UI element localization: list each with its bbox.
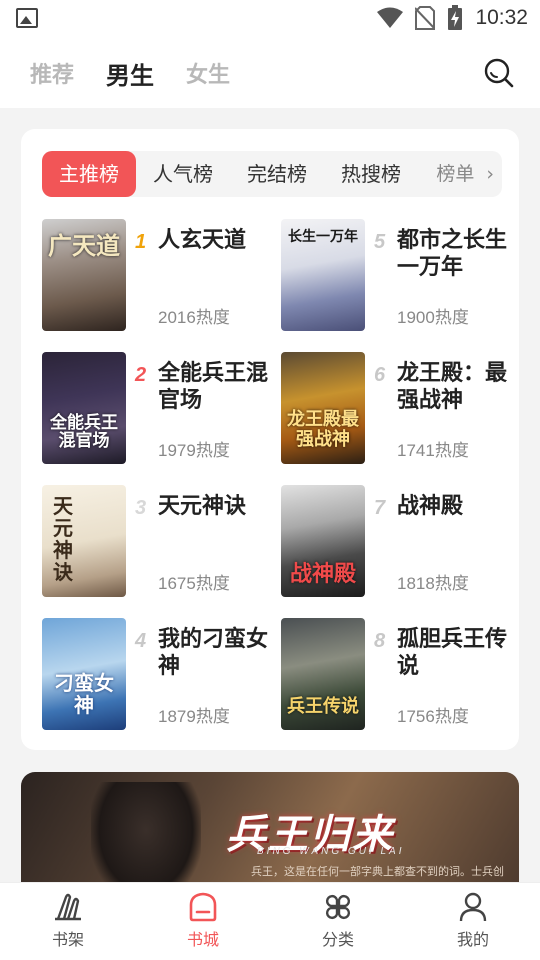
- book-title: 我的刁蛮女神: [158, 627, 269, 679]
- tab-popular-ranking[interactable]: 人气榜: [136, 151, 230, 197]
- top-header: 推荐 男生 女生: [0, 36, 540, 108]
- banner-soldier-image: [91, 782, 201, 892]
- book-item[interactable]: 长生一万年 5 都市之长生一万年 1900热度: [281, 219, 511, 331]
- book-title: 战神殿: [397, 494, 464, 519]
- book-cover: 刁蛮女神: [42, 618, 126, 730]
- nav-label: 我的: [456, 930, 489, 949]
- book-title: 人玄天道: [158, 228, 247, 253]
- book-heat: 1979热度: [158, 441, 230, 460]
- book-cover: 兵王传说: [281, 618, 365, 730]
- battery-charging-icon: [448, 5, 463, 30]
- rank-number: 3: [135, 497, 147, 519]
- rank-number: 5: [374, 231, 386, 253]
- bookshelf-icon: [55, 893, 81, 921]
- tab-male[interactable]: 男生: [106, 56, 154, 91]
- more-rankings-button[interactable]: 榜单 ›: [436, 151, 494, 197]
- book-title: 龙王殿：最强战神: [397, 361, 508, 413]
- book-title: 孤胆兵王传说: [397, 627, 508, 679]
- book-heat: 1818热度: [397, 574, 469, 593]
- rank-number: 8: [374, 630, 386, 652]
- book-cover: 战神殿: [281, 485, 365, 597]
- book-item[interactable]: 广天道 1 人玄天道 2016热度: [42, 219, 272, 331]
- book-item[interactable]: 全能兵王混官场 2 全能兵王混官场 1979热度: [42, 352, 272, 464]
- rank-number: 7: [374, 497, 386, 519]
- person-icon: [459, 892, 487, 922]
- book-heat: 1675热度: [158, 574, 230, 593]
- book-item[interactable]: 天元神诀 3 天元神诀 1675热度: [42, 485, 272, 597]
- promo-banner[interactable]: 兵王归来 BING WANG GUI LAI 兵王，这是在任何一部字典上都查不到…: [21, 772, 519, 892]
- book-cover: 龙王殿最强战神: [281, 352, 365, 464]
- nav-label: 书架: [51, 930, 84, 949]
- tab-finished-ranking[interactable]: 完结榜: [230, 151, 324, 197]
- nav-label: 分类: [321, 930, 354, 949]
- gallery-notification-icon: [16, 8, 38, 28]
- book-heat: 2016热度: [158, 308, 230, 327]
- book-title: 天元神诀: [158, 494, 247, 519]
- book-heat: 1900热度: [397, 308, 469, 327]
- nav-category[interactable]: 分类: [303, 891, 373, 957]
- book-item[interactable]: 刁蛮女神 4 我的刁蛮女神 1879热度: [42, 618, 272, 730]
- banner-subtitle: BING WANG GUI LAI: [257, 846, 405, 857]
- search-icon[interactable]: [484, 58, 514, 88]
- tab-recommend[interactable]: 推荐: [30, 57, 74, 89]
- status-bar: 10:32: [0, 0, 540, 36]
- book-title: 全能兵王混官场: [158, 361, 269, 413]
- book-item[interactable]: 龙王殿最强战神 6 龙王殿：最强战神 1741热度: [281, 352, 511, 464]
- book-item[interactable]: 战神殿 7 战神殿 1818热度: [281, 485, 511, 597]
- book-cover: 天元神诀: [42, 485, 126, 597]
- category-icon: [325, 894, 351, 920]
- no-sim-icon: [415, 6, 436, 30]
- nav-bookshelf[interactable]: 书架: [33, 891, 103, 957]
- rank-number: 2: [135, 364, 147, 386]
- rank-number: 4: [135, 630, 147, 652]
- rank-number: 1: [135, 231, 147, 253]
- nav-label: 书城: [186, 930, 219, 949]
- book-cover: 长生一万年: [281, 219, 365, 331]
- book-heat: 1879热度: [158, 707, 230, 726]
- book-heat: 1756热度: [397, 707, 469, 726]
- wifi-icon: [377, 7, 404, 28]
- nav-bookstore[interactable]: 书城: [168, 891, 238, 957]
- book-title: 都市之长生一万年: [397, 228, 508, 280]
- tab-hot-search-ranking[interactable]: 热搜榜: [324, 151, 418, 197]
- rank-number: 6: [374, 364, 386, 386]
- ranking-tabs: 主推榜 人气榜 完结榜 热搜榜 榜单 ›: [42, 151, 502, 197]
- book-cover: 全能兵王混官场: [42, 352, 126, 464]
- ranking-card: 主推榜 人气榜 完结榜 热搜榜 榜单 › 广天道 1 人玄天道 2016热度 全…: [21, 129, 519, 750]
- bottom-navigation: 书架 书城 分类 我的: [0, 882, 540, 960]
- tab-female[interactable]: 女生: [186, 57, 230, 89]
- clock: 10:32: [475, 6, 528, 29]
- book-item[interactable]: 兵王传说 8 孤胆兵王传说 1756热度: [281, 618, 511, 730]
- nav-profile[interactable]: 我的: [438, 891, 508, 957]
- tab-main-ranking[interactable]: 主推榜: [42, 151, 136, 197]
- more-rankings-label: 榜单: [436, 163, 475, 185]
- banner-description: 兵王，这是在任何一部字典上都查不到的词。士兵创: [251, 865, 504, 878]
- book-heat: 1741热度: [397, 441, 469, 460]
- bookstore-icon: [189, 892, 217, 922]
- book-cover: 广天道: [42, 219, 126, 331]
- chevron-right-icon: ›: [486, 163, 494, 185]
